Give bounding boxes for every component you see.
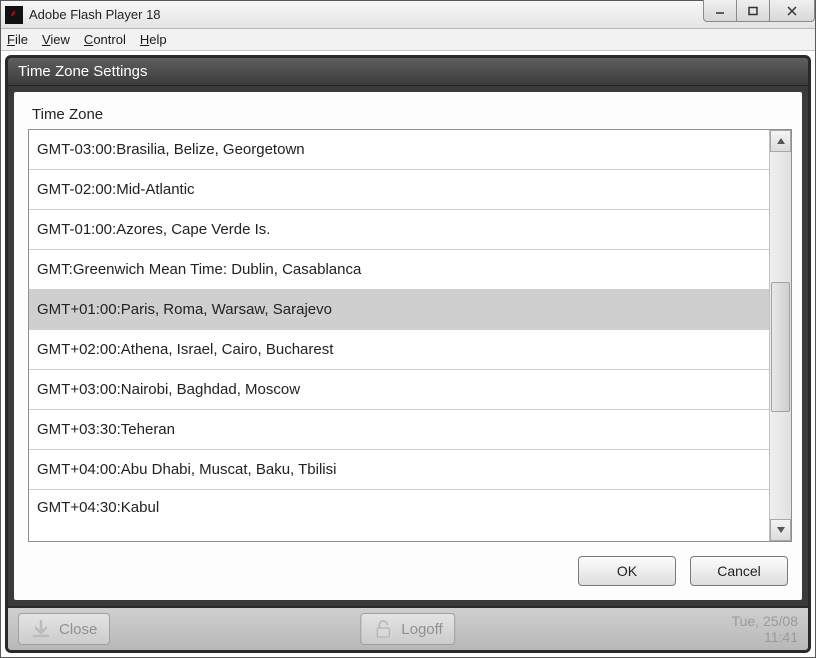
dialog-body: Time Zone GMT-03:00:Brasilia, Belize, Ge… [14, 92, 802, 600]
logoff-label: Logoff [401, 621, 442, 638]
footer-datetime: Tue, 25/08 11:41 [732, 613, 798, 645]
menu-view[interactable]: View [42, 32, 70, 47]
scrollbar-track[interactable] [770, 152, 791, 519]
scroll-up-button[interactable] [770, 130, 791, 152]
titlebar[interactable]: Adobe Flash Player 18 [1, 1, 815, 29]
timezone-option[interactable]: GMT-03:00:Brasilia, Belize, Georgetown [29, 130, 769, 170]
scroll-down-button[interactable] [770, 519, 791, 541]
timezone-option[interactable]: GMT:Greenwich Mean Time: Dublin, Casabla… [29, 250, 769, 290]
footer-bar: Close Logoff Tue, 25/08 11:41 [8, 606, 808, 650]
menubar: File View Control Help [1, 29, 815, 51]
cancel-button[interactable]: Cancel [690, 556, 788, 586]
footer-date: Tue, 25/08 [732, 613, 798, 629]
window-controls [704, 0, 815, 22]
flash-app-icon [5, 6, 23, 24]
minimize-button[interactable] [703, 0, 737, 22]
logoff-button[interactable]: Logoff [360, 613, 455, 645]
dialog-button-row: OK Cancel [28, 542, 792, 588]
app-window: Adobe Flash Player 18 File View Control … [0, 0, 816, 658]
footer-time: 11:41 [732, 629, 798, 645]
menu-help[interactable]: Help [140, 32, 167, 47]
maximize-button[interactable] [736, 0, 770, 22]
timezone-option[interactable]: GMT+04:00:Abu Dhabi, Muscat, Baku, Tbili… [29, 450, 769, 490]
timezone-option[interactable]: GMT-02:00:Mid-Atlantic [29, 170, 769, 210]
timezone-listbox[interactable]: GMT-03:00:Brasilia, Belize, GeorgetownGM… [28, 129, 792, 542]
timezone-option[interactable]: GMT-01:00:Azores, Cape Verde Is. [29, 210, 769, 250]
scrollbar-thumb[interactable] [771, 282, 790, 412]
menu-control[interactable]: Control [84, 32, 126, 47]
timezone-option[interactable]: GMT+02:00:Athena, Israel, Cairo, Buchare… [29, 330, 769, 370]
close-footer-label: Close [59, 621, 97, 638]
timezone-option[interactable]: GMT+03:00:Nairobi, Baghdad, Moscow [29, 370, 769, 410]
window-title: Adobe Flash Player 18 [29, 7, 161, 22]
close-footer-button[interactable]: Close [18, 613, 110, 645]
listbox-scrollbar[interactable] [769, 130, 791, 541]
timezone-list-items: GMT-03:00:Brasilia, Belize, GeorgetownGM… [29, 130, 769, 541]
lock-open-icon [373, 619, 393, 639]
timezone-section-label: Time Zone [32, 106, 788, 123]
close-window-button[interactable] [769, 0, 815, 22]
menu-file[interactable]: File [7, 32, 28, 47]
download-arrow-icon [31, 619, 51, 639]
timezone-option[interactable]: GMT+04:30:Kabul [29, 490, 769, 520]
dialog-title: Time Zone Settings [8, 58, 808, 86]
app-content-frame: Time Zone Settings Time Zone GMT-03:00:B… [5, 55, 811, 653]
timezone-option[interactable]: GMT+03:30:Teheran [29, 410, 769, 450]
timezone-option[interactable]: GMT+01:00:Paris, Roma, Warsaw, Sarajevo [29, 290, 769, 330]
ok-button[interactable]: OK [578, 556, 676, 586]
